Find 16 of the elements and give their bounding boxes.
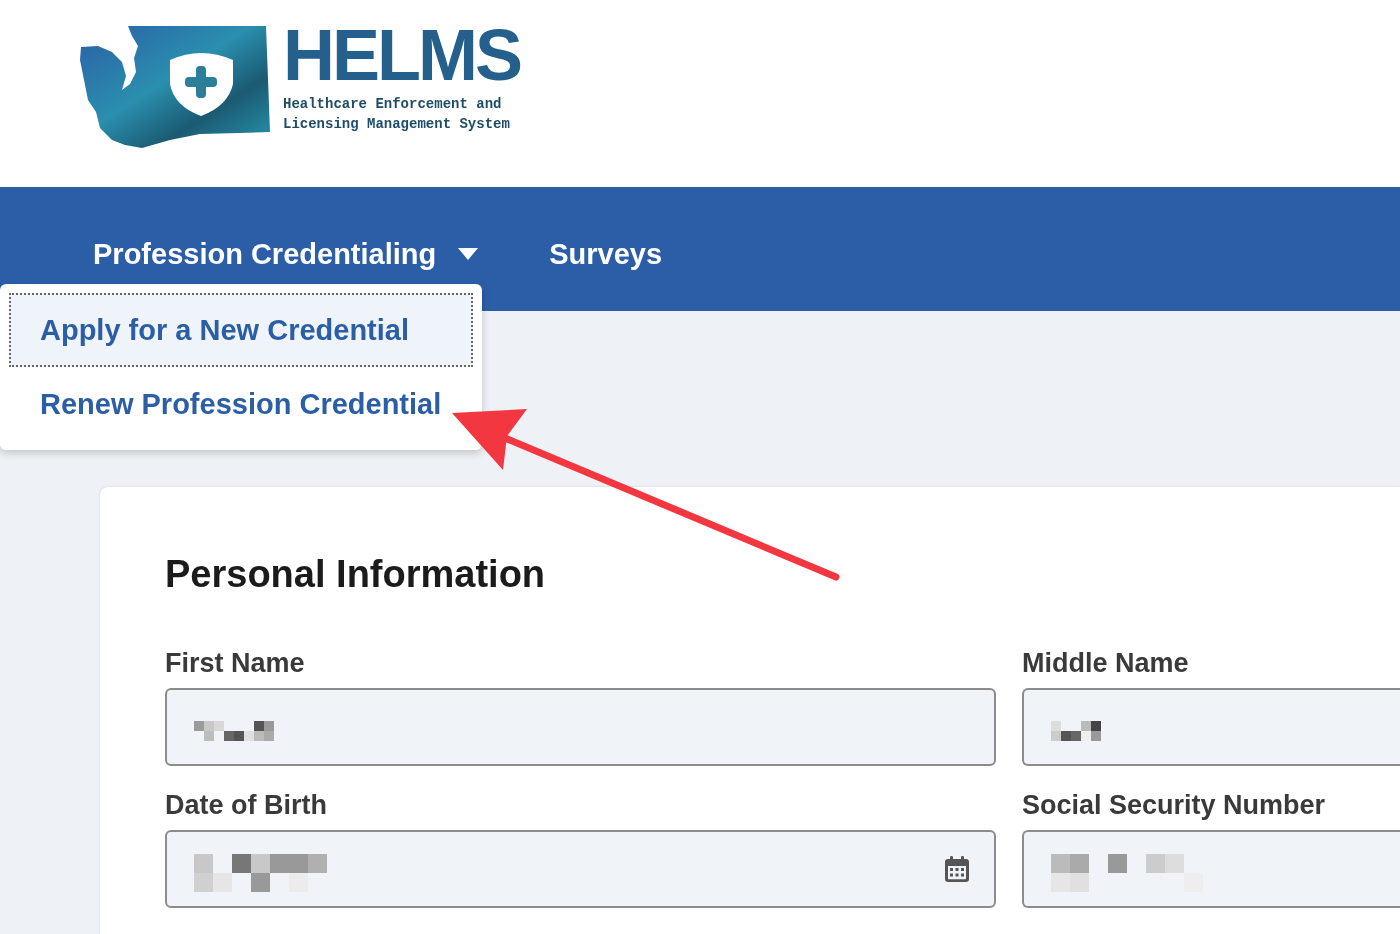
menu-item[interactable]: Apply for a New Credential [9,293,473,367]
logo-title: HELMS [283,19,520,91]
input-field[interactable] [1022,830,1400,908]
caret-icon [458,248,479,260]
field-label: Date of Birth [165,789,327,822]
calendar-icon [945,856,969,882]
logo-subtitle: Healthcare Enforcement and Licensing Management System [283,95,511,134]
field-label: First Name [165,647,305,680]
nav-menu-button[interactable]: Profession Credentialing [93,234,479,274]
field-label: Social Security Number [1022,789,1326,822]
input-field[interactable] [1022,688,1400,766]
date-field[interactable] [165,830,996,908]
nav-link[interactable]: Surveys [549,234,663,274]
input-field[interactable] [165,688,996,766]
section-heading: Personal Information [165,552,547,597]
field-label: Middle Name [1022,647,1189,680]
